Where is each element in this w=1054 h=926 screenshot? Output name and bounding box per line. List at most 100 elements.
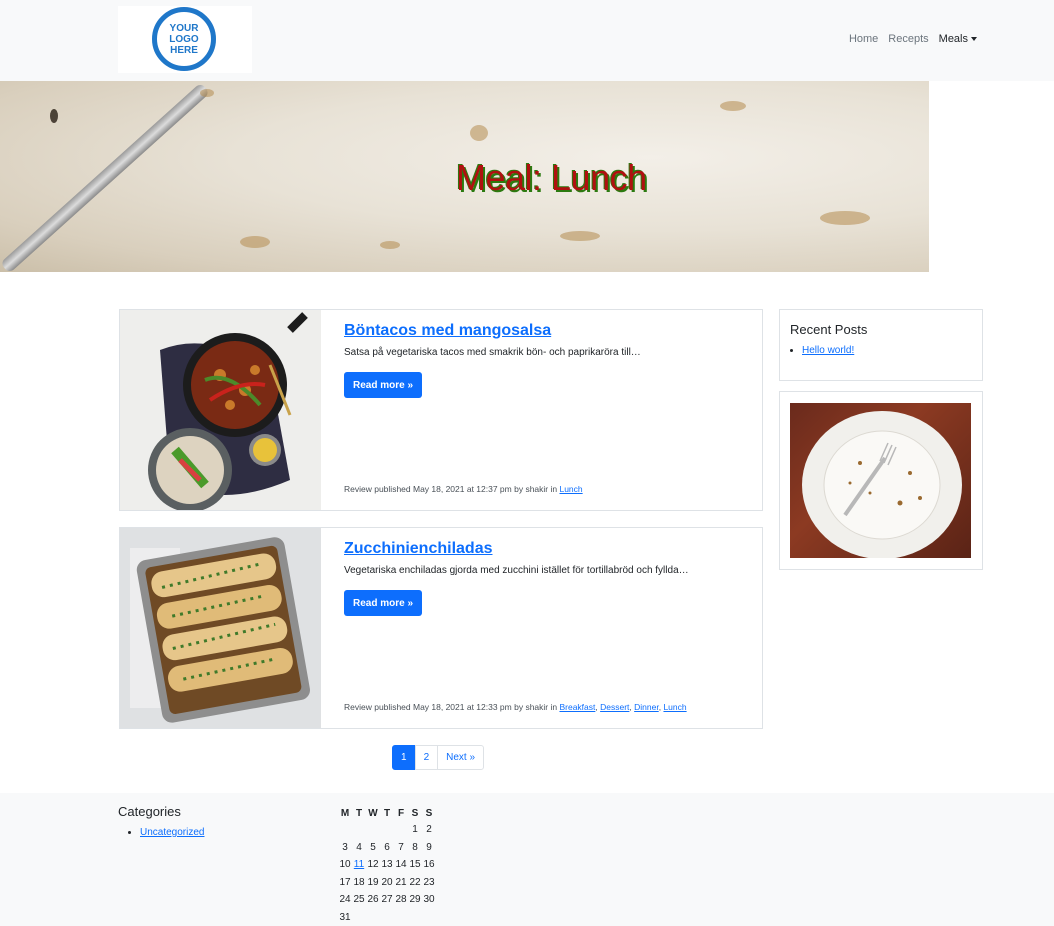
recent-posts-title: Recent Posts [790,322,868,337]
calendar-day: 31 [339,911,351,923]
post-excerpt: Satsa på vegetariska tacos med smakrik b… [344,347,641,358]
logo-circle: YOUR LOGO HERE [152,7,216,71]
sidebar-image[interactable] [790,403,971,558]
calendar-day [338,821,352,839]
nav-recepts-link[interactable]: Recepts [888,33,928,45]
calendar-week-row: 12 [338,821,436,839]
calendar-weekday-header: T [355,807,363,819]
calendar-day [422,909,436,926]
calendar-day: 14 [395,859,407,871]
post-meta-text: Review published May 18, 2021 at 12:33 p… [344,702,560,712]
calendar-day [352,821,366,839]
food-stain [470,125,488,141]
calendar-day: 10 [339,859,351,871]
nav-meals-dropdown[interactable]: Meals [939,33,977,45]
calendar-day: 3 [342,841,348,853]
calendar-day: 11 [352,856,366,874]
food-stain [50,109,58,123]
calendar-weekday-header: M [340,807,350,819]
calendar-day [408,909,422,926]
food-stain [240,236,270,248]
next-page-button[interactable]: Next » [437,745,485,770]
calendar-weekday-header: T [383,807,391,819]
food-stain [720,101,746,111]
calendar-day: 1 [412,824,418,836]
read-more-button[interactable]: Read more » [344,590,423,616]
food-stain [200,89,214,97]
calendar-day: 28 [395,894,407,906]
calendar-weekday-header: S [425,807,433,819]
calendar-weekday-header: F [397,807,405,819]
calendar-day: 8 [412,841,418,853]
list-item: Uncategorized [140,827,204,838]
categories-title: Categories [118,804,181,819]
calendar-day: 17 [339,876,351,888]
post-card: Böntacos med mangosalsa Satsa på vegetar… [119,309,763,511]
calendar-day: 13 [381,859,393,871]
calendar: MTWTFSS 1 2 3 4 5 6 7 8 9 10 11 12 13 14 15 16 17 18 19 20 2… [338,805,436,926]
calendar-weekday-header: S [411,807,419,819]
footer: Categories Uncategorized MTWTFSS 1234567… [0,793,1054,926]
calendar-day: 22 [409,876,421,888]
calendar-day: 6 [384,841,390,853]
post-thumbnail[interactable] [120,310,321,510]
calendar-day [394,821,408,839]
calendar-day: 23 [423,876,435,888]
caret-down-icon [971,37,977,42]
page-title: Meal: Lunch [456,157,647,198]
category-link-lunch[interactable]: Lunch [663,702,686,712]
post-thumbnail[interactable] [120,528,321,728]
category-link-breakfast[interactable]: Breakfast [559,702,595,712]
post-card: Zucchinienchiladas Vegetariska enchilada… [119,527,763,729]
pagination: 1 2 Next » [392,745,485,770]
navbar: YOUR LOGO HERE Home Recepts Meals [0,0,1054,81]
calendar-day: 24 [339,894,351,906]
calendar-weekday-header: W [368,807,378,819]
calendar-day: 26 [367,894,379,906]
calendar-day: 21 [395,876,407,888]
calendar-week-row: 31 [338,909,436,926]
calendar-day: 2 [426,824,432,836]
read-more-button[interactable]: Read more » [344,372,423,398]
calendar-day [394,909,408,926]
category-link-dessert[interactable]: Dessert [600,702,629,712]
calendar-week-row: 17 18 19 20 21 22 23 [338,874,436,892]
calendar-day: 12 [367,859,379,871]
calendar-day: 18 [353,876,365,888]
calendar-day: 27 [381,894,393,906]
page-1-button[interactable]: 1 [392,745,416,770]
post-title-link[interactable]: Böntacos med mangosalsa [344,322,551,340]
calendar-day [352,909,366,926]
category-link-lunch[interactable]: Lunch [559,484,582,494]
calendar-day [366,909,380,926]
recent-post-link[interactable]: Hello world! [802,345,854,356]
calendar-day [380,909,394,926]
calendar-day: 30 [423,894,435,906]
calendar-day: 9 [426,841,432,853]
post-meta: Review published May 18, 2021 at 12:37 p… [344,484,583,494]
calendar-week-row: 24 25 26 27 28 29 30 [338,891,436,909]
calendar-day: 4 [356,841,362,853]
page-2-button[interactable]: 2 [414,745,439,770]
calendar-day [380,821,394,839]
calendar-day [366,821,380,839]
list-item: Hello world! [802,345,854,356]
post-meta: Review published May 18, 2021 at 12:33 p… [344,702,687,712]
category-link-uncategorized[interactable]: Uncategorized [140,827,204,838]
calendar-day: 19 [367,876,379,888]
calendar-day: 7 [398,841,404,853]
nav-home-link[interactable]: Home [849,33,878,45]
hero-banner: Meal: Lunch [0,81,929,272]
logo[interactable]: YOUR LOGO HERE [118,6,252,73]
recent-posts-list: Hello world! [802,345,854,356]
calendar-week-row: 10 11 12 13 14 15 16 [338,856,436,874]
category-link-dinner[interactable]: Dinner [634,702,659,712]
logo-text: YOUR LOGO HERE [169,22,199,56]
calendar-day: 20 [381,876,393,888]
image-widget [779,391,983,570]
food-stain [820,211,870,225]
calendar-day-link[interactable]: 11 [354,859,364,870]
post-title-link[interactable]: Zucchinienchiladas [344,540,492,558]
calendar-day: 15 [409,859,421,871]
calendar-day: 25 [353,894,365,906]
